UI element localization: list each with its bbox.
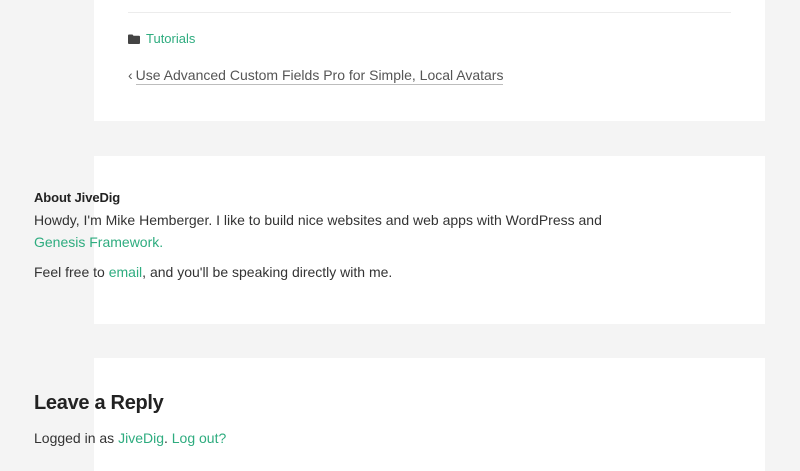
logged-in-row: Logged in as JiveDig. Log out? bbox=[34, 430, 226, 446]
user-profile-link[interactable]: JiveDig bbox=[118, 430, 164, 446]
author-bio: Howdy, I'm Mike Hemberger. I like to bui… bbox=[34, 209, 634, 253]
category-row: Tutorials bbox=[128, 31, 195, 46]
prev-arrow-icon: ‹ bbox=[128, 67, 133, 83]
previous-post-link[interactable]: Use Advanced Custom Fields Pro for Simpl… bbox=[135, 67, 504, 85]
category-link[interactable]: Tutorials bbox=[146, 31, 195, 46]
contact-text-before: Feel free to bbox=[34, 264, 109, 280]
genesis-framework-link[interactable]: Genesis Framework. bbox=[34, 234, 163, 250]
author-box-title: About JiveDig bbox=[34, 190, 121, 205]
reply-title: Leave a Reply bbox=[34, 392, 164, 414]
divider bbox=[128, 12, 731, 13]
reply-card bbox=[94, 358, 765, 471]
post-footer-card: Tutorials ‹ Use Advanced Custom Fields Pr… bbox=[94, 0, 765, 121]
logout-link[interactable]: Log out? bbox=[172, 430, 227, 446]
folder-icon bbox=[128, 34, 140, 44]
author-contact: Feel free to email, and you'll be speaki… bbox=[34, 261, 392, 283]
email-link[interactable]: email bbox=[109, 264, 142, 280]
post-navigation: ‹ Use Advanced Custom Fields Pro for Simp… bbox=[128, 67, 504, 85]
logged-in-prefix: Logged in as bbox=[34, 430, 119, 446]
page: Tutorials ‹ Use Advanced Custom Fields Pr… bbox=[0, 0, 800, 471]
contact-text-after: , and you'll be speaking directly with m… bbox=[142, 264, 393, 280]
author-bio-text: Howdy, I'm Mike Hemberger. I like to bui… bbox=[34, 212, 602, 228]
logged-in-separator: . bbox=[163, 430, 172, 446]
